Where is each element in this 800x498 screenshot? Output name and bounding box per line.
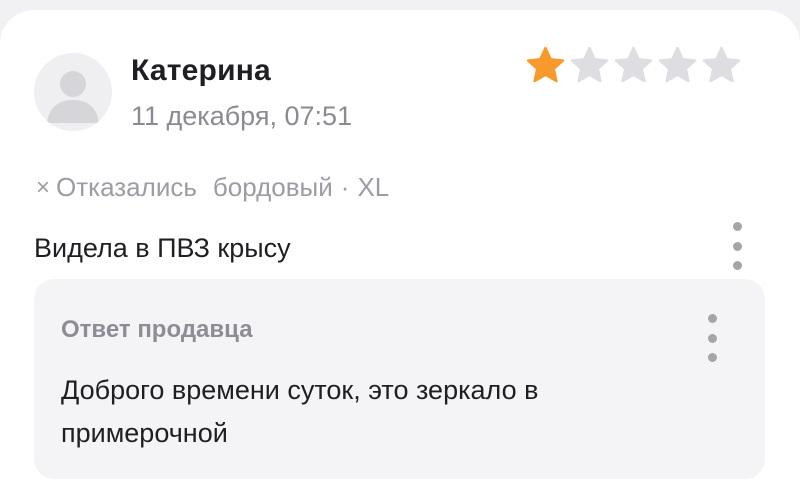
star-icon	[658, 46, 697, 83]
review-menu-button[interactable]	[727, 222, 747, 270]
user-placeholder-icon	[47, 71, 99, 123]
star-icon	[702, 46, 741, 83]
order-status: Отказались	[56, 172, 197, 202]
kebab-dot	[707, 333, 717, 343]
star-icon	[614, 46, 653, 83]
reply-menu-button[interactable]	[702, 314, 722, 362]
kebab-menu-icon	[707, 314, 717, 323]
review-card: Катерина 11 декабря, 07:51 × Отказались …	[0, 10, 800, 498]
product-size: XL	[357, 172, 390, 202]
seller-reply-text: Доброго времени суток, это зеркало в при…	[61, 375, 539, 448]
star-icon	[570, 46, 609, 83]
review-date: 11 декабря, 07:51	[131, 101, 353, 131]
order-details: × Отказались бордовый · XL	[36, 172, 389, 203]
star-icon	[526, 46, 565, 83]
kebab-dot	[732, 261, 742, 270]
rating-stars	[526, 46, 741, 85]
review-text: Видела в ПВЗ крысу	[34, 233, 291, 263]
kebab-menu-icon	[732, 222, 742, 231]
seller-reply: Ответ продавца Доброго времени суток, эт…	[34, 279, 765, 479]
kebab-dot	[707, 353, 717, 362]
kebab-dot	[732, 241, 742, 251]
avatar	[34, 53, 112, 131]
seller-reply-title: Ответ продавца	[61, 316, 253, 343]
separator: ·	[340, 172, 350, 202]
product-color: бордовый	[212, 172, 333, 202]
close-icon: ×	[36, 173, 51, 201]
author-name: Катерина	[131, 54, 271, 87]
